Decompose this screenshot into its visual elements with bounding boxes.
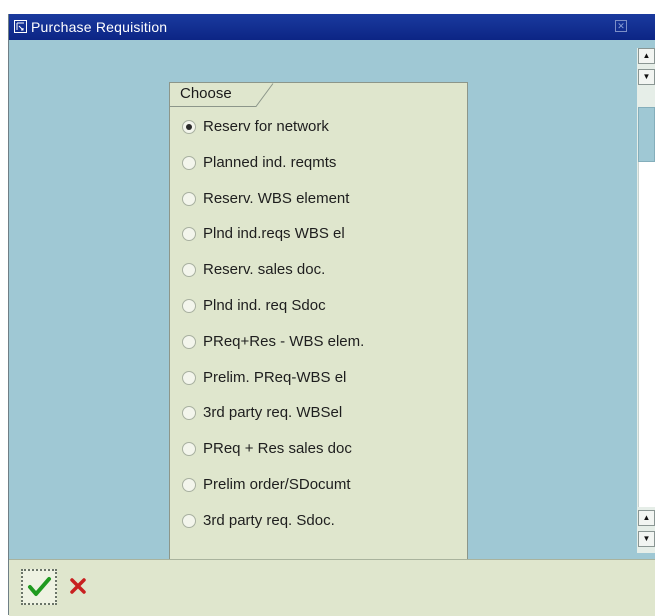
radio-button[interactable] [182,263,196,278]
radio-button[interactable] [182,370,196,385]
radio-option-label: Reserv. sales doc. [203,261,326,279]
radio-button[interactable] [182,477,196,492]
scroll-down-lower-icon[interactable]: ▼ [638,531,655,547]
close-icon[interactable]: ✕ [615,20,627,32]
radio-button[interactable] [182,191,196,206]
radio-option-label: Plnd ind. req Sdoc [203,296,326,314]
radio-option-label: 3rd party req. WBSel [203,404,343,422]
cancel-button[interactable] [66,571,90,601]
confirm-button[interactable] [21,569,57,605]
radio-button[interactable] [182,442,196,457]
radio-option-label: Reserv for network [203,118,329,135]
radio-button[interactable] [182,120,196,134]
window-title: Purchase Requisition [31,19,168,35]
cancel-x-icon [70,578,86,594]
choose-group-label: Choose [170,83,274,107]
radio-button[interactable] [182,155,196,170]
purchase-requisition-window: Purchase Requisition ✕ Choose Reserv for… [8,14,655,616]
vertical-scrollbar[interactable]: ▲ ▼ ▲ ▼ [637,48,655,553]
scroll-up-lower-icon[interactable]: ▲ [638,510,655,526]
button-bar [9,559,655,616]
scrollbar-track[interactable] [638,162,655,507]
radio-option-label: Planned ind. reqmts [203,153,337,171]
radio-button[interactable] [182,298,196,313]
title-bar: Purchase Requisition ✕ [9,14,655,40]
choose-group: Choose Reserv for network Planned ind. re… [169,82,468,571]
scrollbar-thumb[interactable] [638,107,655,162]
radio-option-label: Plnd ind.reqs WBS el [203,225,345,243]
scroll-down-icon[interactable]: ▼ [638,69,655,85]
radio-option-label: Reserv. WBS element [203,189,350,207]
radio-option-label: Prelim. PReq-WBS el [203,368,347,386]
checkmark-icon [28,577,51,596]
radio-button[interactable] [182,334,196,349]
radio-option-label: PReq+Res - WBS elem. [203,332,365,350]
radio-option-label: PReq + Res sales doc [203,440,352,458]
choose-label-text: Choose [180,85,232,102]
radio-button[interactable] [182,227,196,242]
radio-button[interactable] [182,513,196,528]
scroll-up-icon[interactable]: ▲ [638,48,655,64]
radio-button[interactable] [182,406,196,421]
radio-option-label: Prelim order/SDocumt [203,475,351,493]
radio-option-label: 3rd party req. Sdoc. [203,511,335,529]
window-icon [14,20,27,33]
